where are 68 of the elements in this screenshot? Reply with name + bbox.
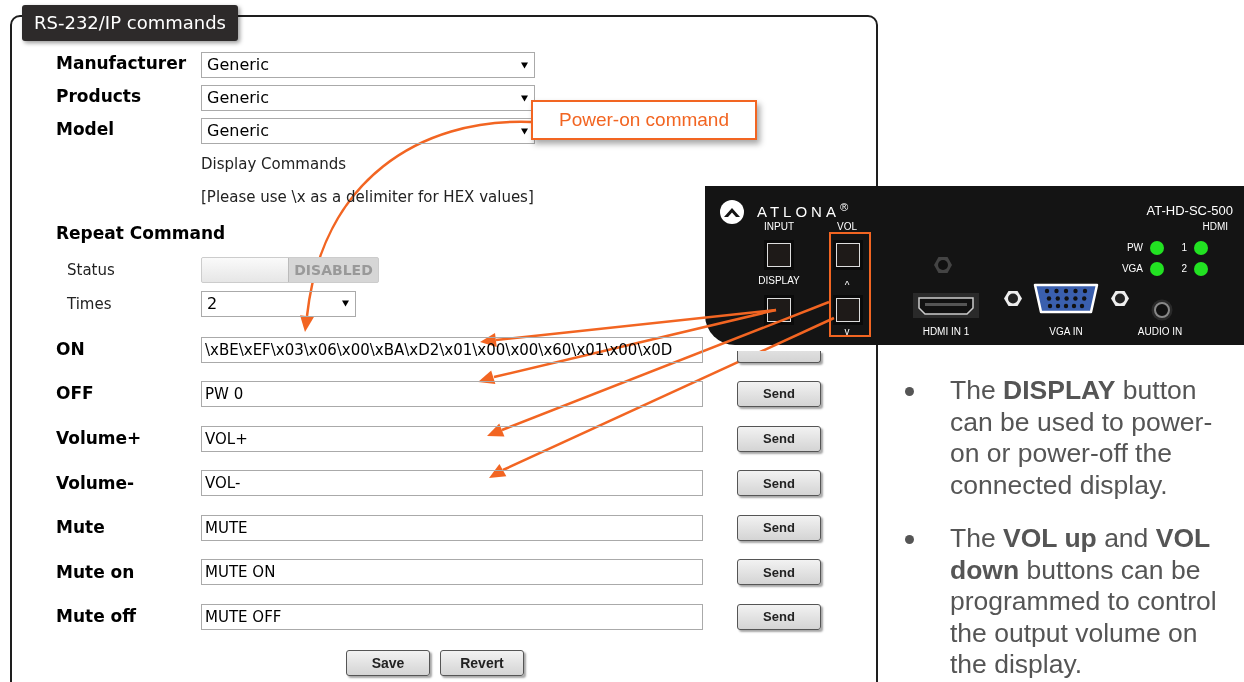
command-input[interactable]: VOL- bbox=[201, 470, 703, 497]
push-button[interactable] bbox=[833, 295, 863, 325]
send-button[interactable]: Send bbox=[737, 425, 821, 452]
field-label: Status bbox=[66, 260, 115, 279]
command-input[interactable]: MUTE bbox=[201, 514, 703, 541]
screw-icon bbox=[934, 256, 952, 274]
field-label: Volume+ bbox=[56, 427, 142, 448]
audio-jack-icon bbox=[1151, 299, 1173, 321]
send-button[interactable]: Send bbox=[737, 514, 821, 541]
port-label: HDMI bbox=[1202, 220, 1228, 234]
hdmi-port-icon bbox=[913, 293, 979, 318]
send-button[interactable]: Send bbox=[737, 470, 821, 497]
field-label: ON bbox=[56, 338, 85, 359]
field-label: Mute bbox=[56, 517, 105, 538]
led-label: 1 bbox=[1180, 242, 1187, 254]
form-button[interactable]: Revert bbox=[440, 650, 524, 677]
field-label: Times bbox=[66, 294, 112, 313]
button-label: VOL bbox=[837, 221, 857, 233]
note-paragraph: The DISPLAY button can be used to power-on or power-off the connected display. bbox=[950, 375, 1214, 501]
send-button[interactable]: Send bbox=[737, 604, 821, 631]
button-label: DISPLAY bbox=[758, 275, 800, 287]
dropdown-field[interactable]: Generic bbox=[201, 85, 535, 111]
screw-icon bbox=[1004, 290, 1022, 307]
led-label: VGA bbox=[1120, 263, 1143, 275]
led-label: 2 bbox=[1180, 263, 1187, 275]
command-input[interactable]: PW 0 bbox=[201, 381, 703, 408]
logo-icon bbox=[719, 199, 745, 225]
field-label: Volume- bbox=[56, 472, 135, 493]
model-label: AT-HD-SC-500 bbox=[1146, 202, 1233, 220]
button-label: ^ bbox=[844, 280, 850, 292]
field-label: Products bbox=[56, 85, 143, 107]
vga-port-icon bbox=[1033, 283, 1099, 314]
callout-label: Power-on command bbox=[531, 100, 757, 140]
dropdown-field[interactable]: Generic bbox=[201, 118, 535, 144]
brand-wordmark: ATLONA$^{®}$ bbox=[757, 203, 853, 221]
field-label: Manufacturer bbox=[56, 52, 188, 74]
field-label: Mute off bbox=[56, 606, 137, 627]
port-label: VGA IN bbox=[1049, 326, 1083, 338]
dropdown-caret-icon bbox=[521, 94, 528, 102]
command-input[interactable]: MUTE OFF bbox=[201, 604, 703, 631]
button-label: INPUT bbox=[764, 221, 794, 233]
section-label: Display Commands bbox=[201, 154, 346, 173]
dropdown-caret-icon bbox=[521, 127, 528, 135]
field-label: Model bbox=[56, 118, 116, 140]
field-label: OFF bbox=[56, 383, 94, 404]
bullet-icon bbox=[905, 387, 914, 396]
send-button[interactable] bbox=[737, 350, 821, 363]
led-label: PW bbox=[1125, 242, 1143, 254]
section-heading: Repeat Command bbox=[56, 222, 226, 245]
form-button[interactable]: Save bbox=[346, 650, 430, 677]
send-button[interactable]: Send bbox=[737, 559, 821, 586]
dropdown-field[interactable]: 2 bbox=[201, 290, 356, 317]
command-input[interactable]: VOL+ bbox=[201, 425, 703, 452]
field-label: Mute on bbox=[56, 561, 135, 582]
send-button[interactable]: Send bbox=[737, 381, 821, 408]
dropdown-caret-icon bbox=[521, 61, 528, 69]
push-button[interactable] bbox=[833, 240, 863, 270]
screw-icon bbox=[1111, 290, 1129, 307]
bullet-icon bbox=[905, 535, 914, 544]
dropdown-caret-icon bbox=[342, 300, 349, 307]
note-paragraph: The VOL up and VOL down buttons can be programmed to control the output volume on the display. bbox=[950, 523, 1218, 681]
button-label: v bbox=[844, 326, 850, 338]
port-label: HDMI IN 1 bbox=[922, 326, 970, 338]
push-button[interactable] bbox=[764, 240, 794, 270]
port-label: AUDIO IN bbox=[1137, 326, 1183, 338]
panel-title: RS-232/IP commands bbox=[22, 5, 238, 41]
command-input[interactable]: MUTE ON bbox=[201, 559, 703, 586]
dropdown-field[interactable]: Generic bbox=[201, 52, 535, 78]
